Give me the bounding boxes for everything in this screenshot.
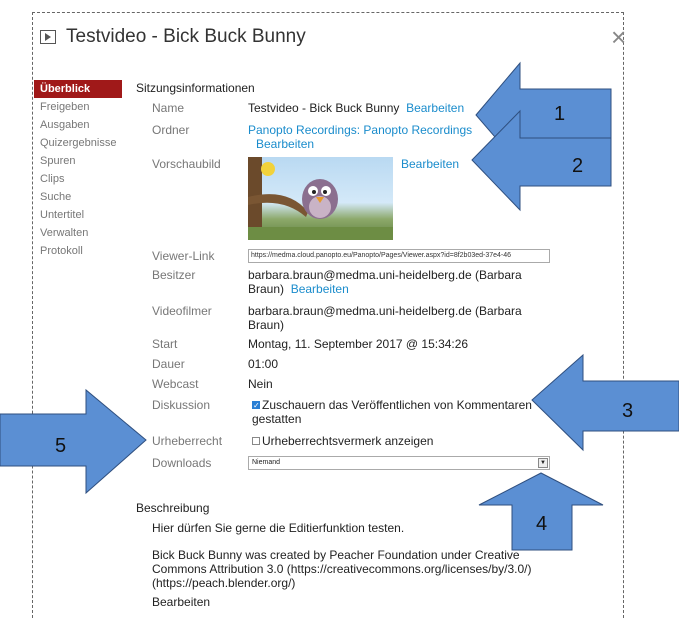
arrow-3 [531,353,679,452]
annotation-number-5: 5 [55,435,67,457]
arrow-4 [478,472,604,551]
annotation-number-3: 3 [622,400,634,422]
annotation-number-2: 2 [572,155,584,177]
arrow-5 [0,388,147,495]
annotation-overlay [0,61,679,551]
annotation-number-4: 4 [536,513,548,535]
annotation-number-1: 1 [554,103,566,125]
